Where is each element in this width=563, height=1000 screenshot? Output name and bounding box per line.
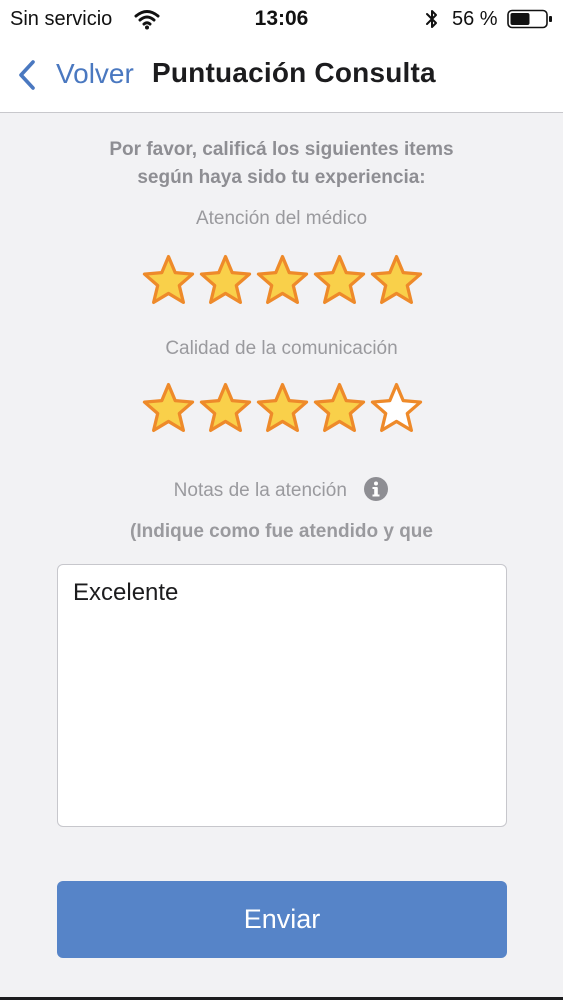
notes-textarea[interactable]: Excelente xyxy=(57,564,507,827)
submit-button[interactable]: Enviar xyxy=(57,881,507,958)
star-filled-icon[interactable] xyxy=(254,252,311,310)
star-rating-communication[interactable] xyxy=(140,380,425,440)
navigation-bar: Volver Puntuación Consulta xyxy=(0,40,563,113)
rating-label-communication: Calidad de la comunicación xyxy=(165,338,398,359)
instructions-line-2: según haya sido tu experiencia: xyxy=(137,167,426,188)
chevron-left-icon[interactable] xyxy=(16,58,38,92)
page-title: Puntuación Consulta xyxy=(152,57,436,88)
notes-hint: (Indique como fue atendido y que xyxy=(130,521,433,542)
star-filled-icon[interactable] xyxy=(254,380,311,438)
battery-icon xyxy=(507,9,552,29)
notes-header: Notas de la atención xyxy=(0,477,563,502)
bluetooth-icon xyxy=(426,10,437,28)
star-rating-doctor[interactable] xyxy=(140,252,425,312)
status-bar: Sin servicio 13:06 56 % xyxy=(0,0,563,40)
star-filled-icon[interactable] xyxy=(368,252,425,310)
star-filled-icon[interactable] xyxy=(197,252,254,310)
instructions-text: Por favor, calificá los siguientes items… xyxy=(0,136,563,192)
rating-form: Por favor, calificá los siguientes items… xyxy=(0,114,563,1000)
rating-label-doctor: Atención del médico xyxy=(195,208,368,229)
notes-label: Notas de la atención xyxy=(173,480,347,501)
battery-percent: 56 % xyxy=(452,8,498,30)
star-filled-icon[interactable] xyxy=(311,380,368,438)
star-empty-icon[interactable] xyxy=(368,380,425,438)
star-filled-icon[interactable] xyxy=(140,252,197,310)
star-filled-icon[interactable] xyxy=(140,380,197,438)
instructions-line-1: Por favor, calificá los siguientes items xyxy=(109,139,454,160)
star-filled-icon[interactable] xyxy=(197,380,254,438)
back-button[interactable]: Volver xyxy=(56,58,134,90)
info-icon[interactable] xyxy=(363,476,389,502)
star-filled-icon[interactable] xyxy=(311,252,368,310)
